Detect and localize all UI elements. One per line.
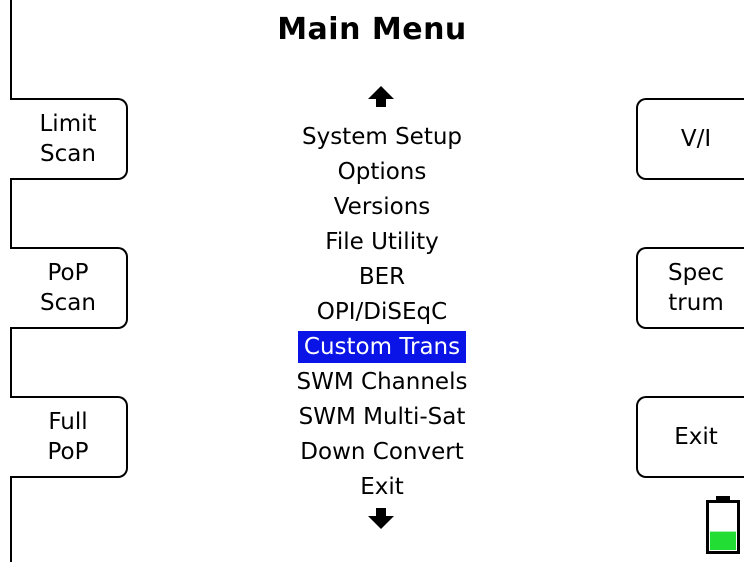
menu-item-down-convert[interactable]: Down Convert — [0, 435, 744, 470]
menu-item-label[interactable]: Exit — [354, 470, 410, 505]
menu-item-label[interactable]: System Setup — [296, 120, 468, 155]
menu-item-label[interactable]: SWM Multi-Sat — [293, 400, 472, 435]
menu-item-label[interactable]: BER — [353, 260, 411, 295]
menu-item-ber[interactable]: BER — [0, 260, 744, 295]
menu-item-exit[interactable]: Exit — [0, 470, 744, 505]
menu-item-label-selected[interactable]: Custom Trans — [297, 331, 467, 363]
menu-item-label[interactable]: OPI/DiSEqC — [311, 295, 453, 330]
menu-item-file-utility[interactable]: File Utility — [0, 225, 744, 260]
arrow-up-icon[interactable] — [367, 86, 395, 108]
menu-item-options[interactable]: Options — [0, 155, 744, 190]
menu-item-system-setup[interactable]: System Setup — [0, 120, 744, 155]
menu-item-custom-trans[interactable]: Custom Trans — [0, 330, 744, 365]
menu-item-label[interactable]: File Utility — [319, 225, 444, 260]
arrow-down-icon[interactable] — [367, 508, 395, 530]
menu-item-label[interactable]: Options — [332, 155, 433, 190]
menu-item-swm-multi-sat[interactable]: SWM Multi-Sat — [0, 400, 744, 435]
page-title: Main Menu — [277, 12, 467, 47]
menu-item-versions[interactable]: Versions — [0, 190, 744, 225]
main-menu-list: System Setup Options Versions File Utili… — [0, 120, 744, 505]
menu-item-swm-channels[interactable]: SWM Channels — [0, 365, 744, 400]
menu-item-opi-diseqc[interactable]: OPI/DiSEqC — [0, 295, 744, 330]
menu-item-label[interactable]: Versions — [328, 190, 437, 225]
battery-level-fill — [710, 531, 736, 550]
menu-item-label[interactable]: Down Convert — [294, 435, 469, 470]
menu-item-label[interactable]: SWM Channels — [291, 365, 474, 400]
battery-icon — [706, 496, 740, 554]
